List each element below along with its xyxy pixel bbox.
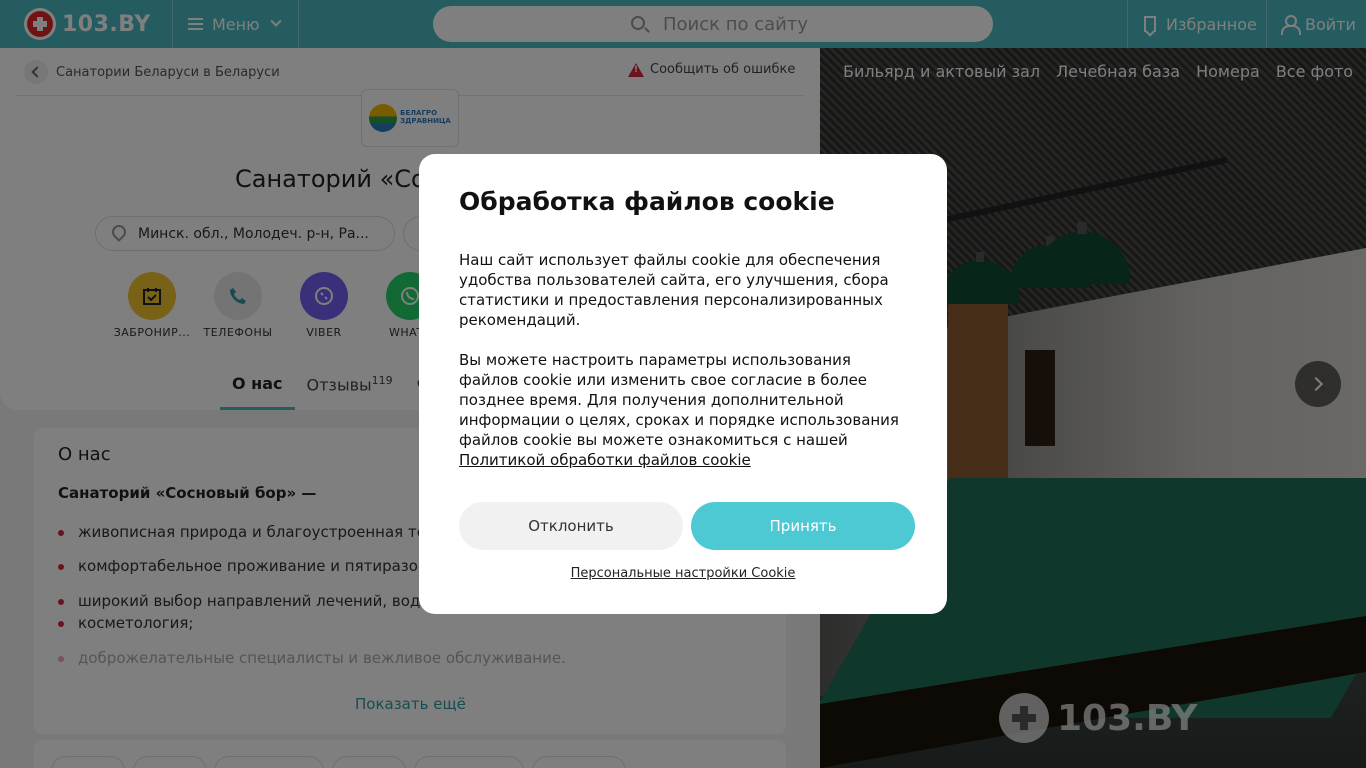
- decline-button[interactable]: Отклонить: [459, 502, 683, 550]
- cookie-settings-link[interactable]: Персональные настройки Cookie: [419, 566, 947, 581]
- cookie-paragraph-2: Вы можете настроить параметры использова…: [459, 350, 911, 470]
- cookie-paragraph-2-text: Вы можете настроить параметры использова…: [459, 351, 899, 449]
- accept-button[interactable]: Принять: [691, 502, 915, 550]
- cookie-policy-link[interactable]: Политикой обработки файлов cookie: [459, 451, 751, 469]
- cookie-dialog-title: Обработка файлов cookie: [459, 187, 835, 216]
- cookie-dialog-body: Наш сайт использует файлы cookie для обе…: [459, 250, 911, 470]
- cookie-dialog: Обработка файлов cookie Наш сайт использ…: [419, 154, 947, 614]
- cookie-paragraph-1: Наш сайт использует файлы cookie для обе…: [459, 251, 889, 329]
